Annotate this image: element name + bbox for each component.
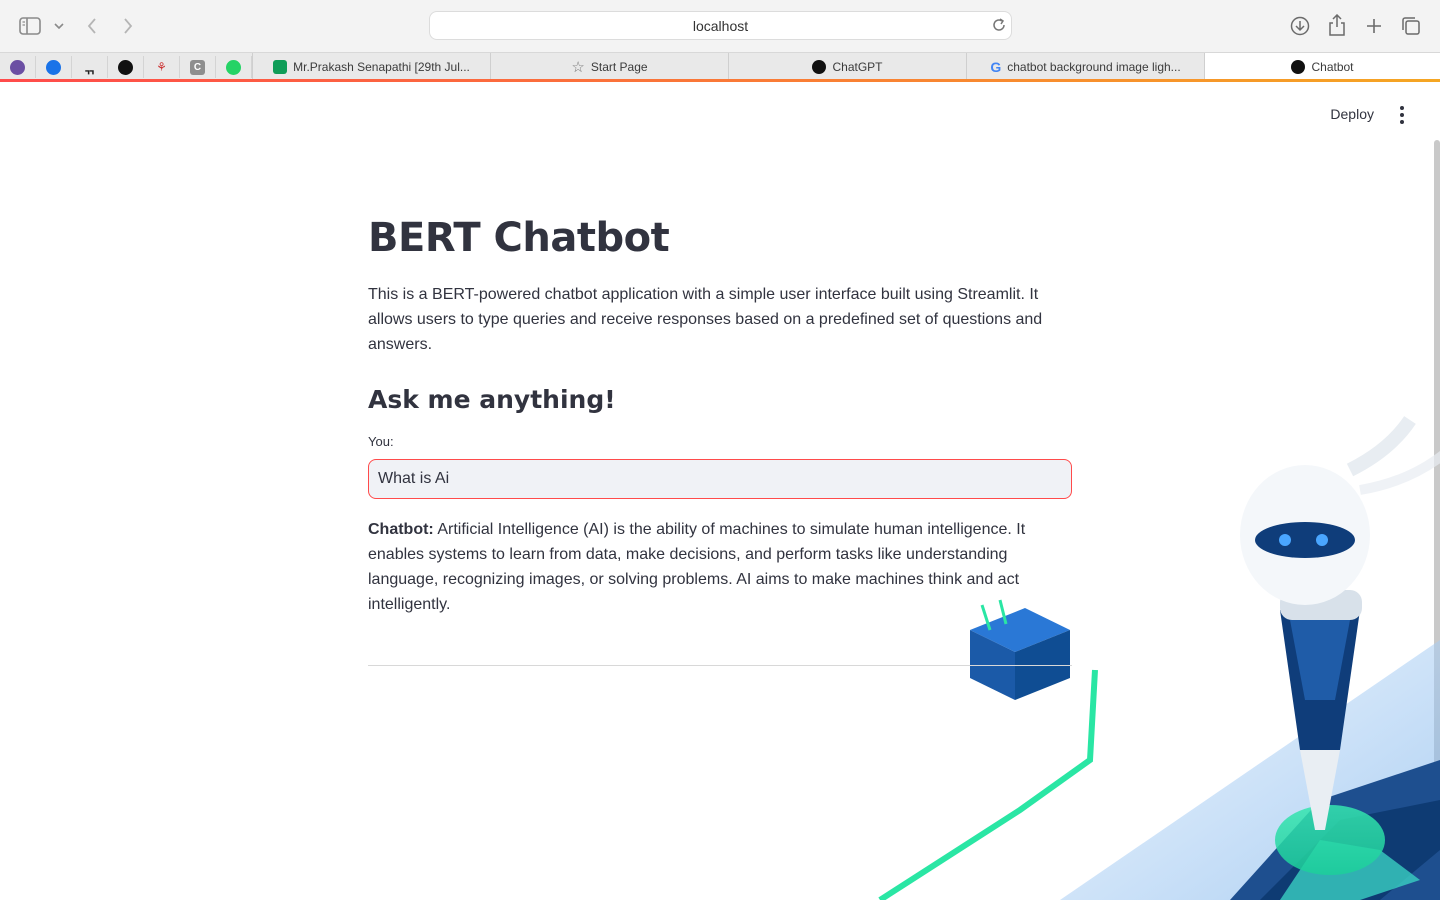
more-menu-icon[interactable] — [1394, 106, 1410, 124]
new-tab-icon[interactable] — [1362, 14, 1386, 38]
pinned-tab-1[interactable] — [0, 56, 36, 78]
app-page: Deploy BERT Chatbot This is a BERT-power… — [0, 82, 1440, 900]
tab-chatbot[interactable]: Chatbot — [1204, 53, 1440, 80]
pinned-tab-3[interactable]: ᆩ — [72, 56, 108, 78]
tab-label: Mr.Prakash Senapathi [29th Jul... — [293, 59, 470, 74]
tab-bar: ᆩ ⚘ C Mr.Prakash Senapathi [29th Jul... … — [0, 52, 1440, 80]
back-icon[interactable] — [80, 14, 104, 38]
pinned-tab-6[interactable]: C — [180, 56, 216, 78]
browser-toolbar: localhost — [0, 0, 1440, 52]
url-text: localhost — [692, 17, 749, 34]
response-text: Artificial Intelligence (AI) is the abil… — [368, 521, 1026, 613]
page-title: BERT Chatbot — [368, 215, 670, 261]
chatbot-response: Chatbot: Artificial Intelligence (AI) is… — [368, 517, 1072, 617]
star-icon: ☆ — [571, 58, 585, 76]
tab-label: Start Page — [590, 59, 648, 74]
streamlit-icon — [1291, 59, 1306, 74]
chevron-down-icon[interactable] — [48, 14, 70, 38]
address-bar[interactable]: localhost — [429, 11, 1012, 40]
tab-google-search[interactable]: G chatbot background image ligh... — [966, 53, 1204, 80]
github-icon — [118, 59, 133, 75]
pinned-tab-whatsapp[interactable] — [216, 56, 252, 78]
pinned-tab-2[interactable] — [36, 56, 72, 78]
pinned-tab-5[interactable]: ⚘ — [144, 56, 180, 78]
openai-icon — [812, 59, 827, 74]
app-icon — [10, 59, 25, 75]
deploy-button[interactable]: Deploy — [1330, 106, 1374, 122]
app-icon: ⚘ — [156, 60, 167, 74]
main-content: BERT Chatbot This is a BERT-powered chat… — [368, 212, 1072, 666]
reload-icon[interactable] — [991, 17, 1007, 36]
response-label: Chatbot: — [368, 521, 434, 538]
sidebar-toggle-icon[interactable] — [18, 14, 42, 38]
tab-chatgpt[interactable]: ChatGPT — [728, 53, 966, 80]
tab-label: ChatGPT — [832, 59, 883, 74]
input-label: You: — [368, 434, 394, 449]
forward-icon[interactable] — [116, 14, 140, 38]
tab-overview-icon[interactable] — [1399, 14, 1423, 38]
pinned-tab-github[interactable] — [108, 56, 144, 78]
app-icon: ᆩ — [83, 60, 96, 76]
tab-start-page[interactable]: ☆ Start Page — [490, 53, 728, 80]
tab-classroom[interactable]: Mr.Prakash Senapathi [29th Jul... — [252, 53, 490, 80]
whatsapp-icon — [226, 59, 241, 75]
section-heading: Ask me anything! — [368, 385, 616, 414]
intro-text: This is a BERT-powered chatbot applicati… — [368, 286, 1043, 353]
c-letter-icon: C — [190, 59, 205, 75]
tab-label: Chatbot — [1311, 59, 1354, 74]
classroom-icon — [273, 59, 288, 74]
divider — [368, 665, 1072, 666]
tab-label: chatbot background image ligh... — [1007, 59, 1181, 74]
play-icon — [46, 59, 61, 75]
google-icon: G — [990, 58, 1002, 75]
downloads-icon[interactable] — [1288, 14, 1312, 38]
query-input[interactable] — [368, 459, 1072, 499]
share-icon[interactable] — [1325, 13, 1349, 37]
